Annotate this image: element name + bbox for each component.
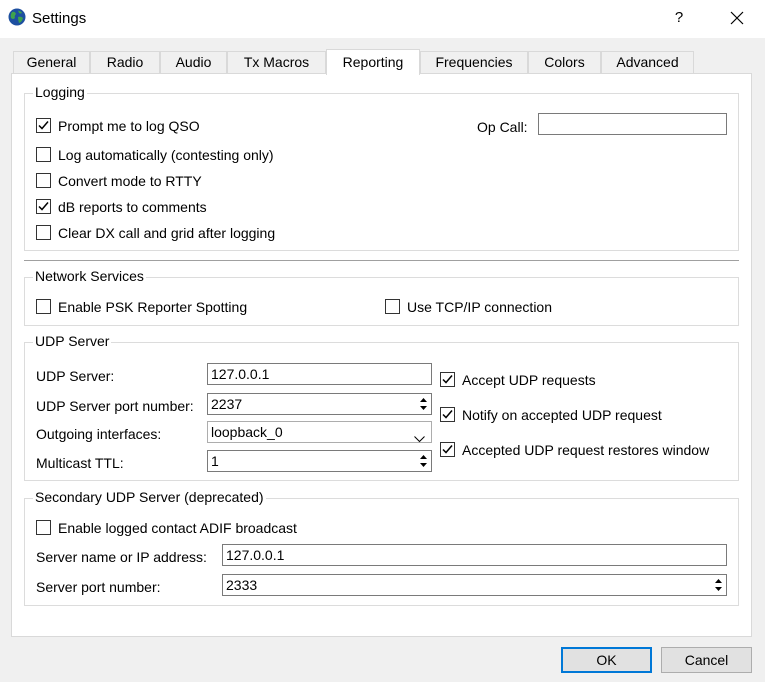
server-port-label: Server port number: — [36, 579, 161, 595]
app-globe-icon — [8, 8, 26, 26]
network-services-group: Network Services Enable PSK Reporter Spo… — [24, 268, 739, 326]
tab-radio[interactable]: Radio — [90, 51, 160, 73]
multicast-ttl-spinbox[interactable]: 1 — [207, 450, 432, 472]
spin-arrows-icon[interactable] — [712, 576, 725, 594]
server-name-input[interactable]: 127.0.0.1 — [222, 544, 727, 566]
separator — [24, 260, 739, 261]
ok-button[interactable]: OK — [561, 647, 652, 673]
secondary-udp-group-title: Secondary UDP Server (deprecated) — [33, 489, 266, 506]
multicast-ttl-value: 1 — [211, 453, 219, 469]
logging-group-title: Logging — [33, 84, 87, 101]
cancel-button[interactable]: Cancel — [661, 647, 752, 673]
checkbox-box[interactable] — [385, 299, 400, 314]
window-title: Settings — [32, 10, 87, 27]
checkbox-box[interactable] — [36, 147, 51, 162]
checkbox-label: Log automatically (contesting only) — [58, 147, 274, 163]
checkbox-label: Enable PSK Reporter Spotting — [58, 299, 248, 315]
multicast-ttl-label: Multicast TTL: — [36, 455, 124, 471]
title-bar: Settings ? — [0, 0, 765, 38]
udp-port-value: 2237 — [211, 396, 243, 412]
secondary-udp-group: Secondary UDP Server (deprecated) Enable… — [24, 489, 739, 606]
chevron-down-icon — [414, 428, 425, 448]
spin-arrows-icon[interactable] — [417, 452, 430, 470]
op-call-input[interactable] — [538, 113, 727, 135]
checkbox-label: Use TCP/IP connection — [407, 299, 553, 315]
tab-reporting[interactable]: Reporting — [326, 49, 420, 75]
logging-group: Logging Prompt me to log QSO Log automat… — [24, 84, 739, 251]
close-icon — [730, 11, 744, 25]
udp-server-group: UDP Server UDP Server: 127.0.0.1 UDP Ser… — [24, 333, 739, 481]
checkbox-label: Prompt me to log QSO — [58, 118, 200, 134]
checkbox-label: Convert mode to RTTY — [58, 173, 202, 189]
server-port-spinbox[interactable]: 2333 — [222, 574, 727, 596]
server-name-label: Server name or IP address: — [36, 549, 207, 565]
tab-audio[interactable]: Audio — [160, 51, 227, 73]
checkbox-box[interactable] — [440, 372, 455, 387]
checkbox-box[interactable] — [36, 173, 51, 188]
outgoing-interfaces-select[interactable]: loopback_0 — [207, 421, 432, 443]
checkbox-label: Enable logged contact ADIF broadcast — [58, 520, 297, 536]
checkbox-label: Clear DX call and grid after logging — [58, 225, 276, 241]
spin-arrows-icon[interactable] — [417, 395, 430, 413]
op-call-label: Op Call: — [477, 119, 528, 135]
udp-server-label: UDP Server: — [36, 368, 115, 384]
checkmark-icon — [442, 410, 453, 419]
reporting-panel: Logging Prompt me to log QSO Log automat… — [11, 73, 752, 637]
checkbox-box[interactable] — [36, 225, 51, 240]
checkmark-icon — [38, 202, 49, 211]
tab-general[interactable]: General — [13, 51, 90, 73]
checkbox-label: Accepted UDP request restores window — [462, 442, 710, 458]
checkbox-label: Accept UDP requests — [462, 372, 596, 388]
close-button[interactable] — [720, 4, 754, 32]
checkbox-label: dB reports to comments — [58, 199, 207, 215]
checkbox-box[interactable] — [36, 299, 51, 314]
checkbox-box[interactable] — [36, 520, 51, 535]
checkbox-box[interactable] — [440, 407, 455, 422]
checkmark-icon — [442, 445, 453, 454]
tab-advanced[interactable]: Advanced — [601, 51, 694, 73]
checkbox-box[interactable] — [36, 199, 51, 214]
checkbox-box[interactable] — [36, 118, 51, 133]
outgoing-interfaces-label: Outgoing interfaces: — [36, 426, 162, 442]
checkmark-icon — [442, 375, 453, 384]
checkmark-icon — [38, 121, 49, 130]
outgoing-interfaces-value: loopback_0 — [211, 424, 283, 440]
server-port-value: 2333 — [226, 577, 258, 593]
network-services-group-title: Network Services — [33, 268, 146, 285]
tab-tx-macros[interactable]: Tx Macros — [227, 51, 326, 73]
tab-colors[interactable]: Colors — [528, 51, 601, 73]
help-button[interactable]: ? — [664, 4, 694, 32]
checkbox-box[interactable] — [440, 442, 455, 457]
checkbox-label: Notify on accepted UDP request — [462, 407, 662, 423]
tab-frequencies[interactable]: Frequencies — [420, 51, 528, 73]
udp-server-input[interactable]: 127.0.0.1 — [207, 363, 432, 385]
udp-port-spinbox[interactable]: 2237 — [207, 393, 432, 415]
udp-port-label: UDP Server port number: — [36, 398, 194, 414]
udp-server-group-title: UDP Server — [33, 333, 112, 350]
